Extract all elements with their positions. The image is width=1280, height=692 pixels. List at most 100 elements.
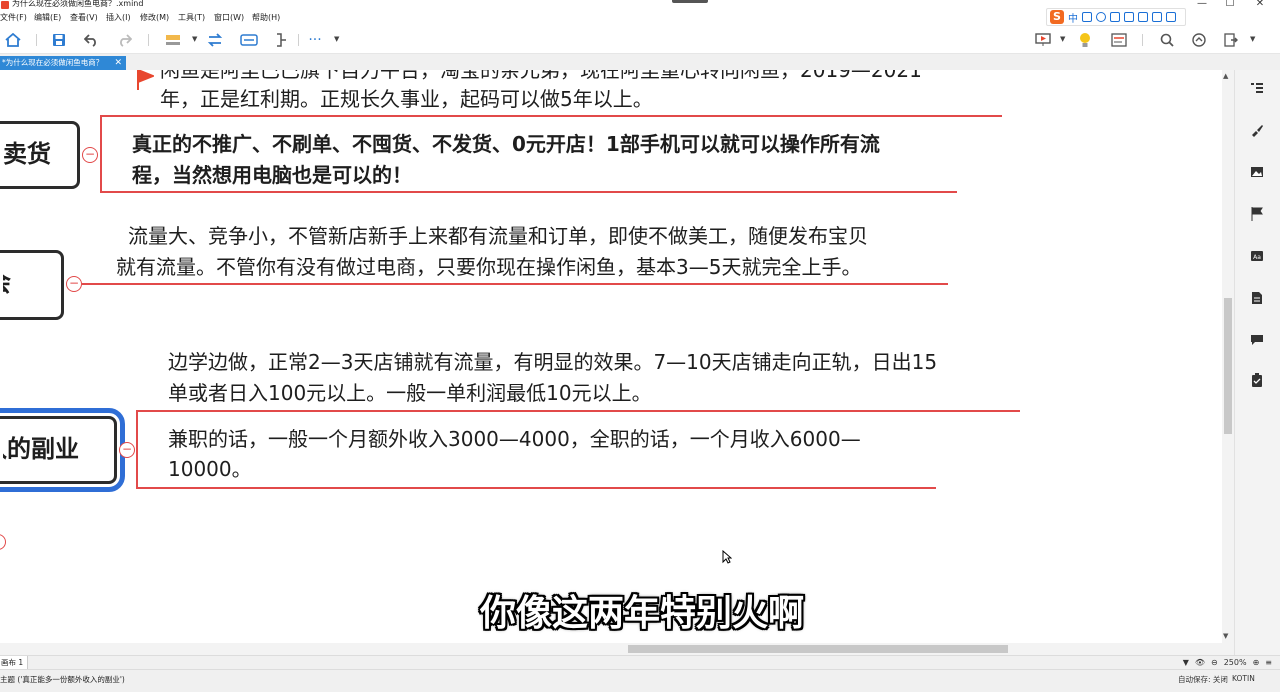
relationship-icon[interactable] [206, 32, 224, 48]
menu-modify[interactable]: 修改(M) [140, 13, 169, 23]
horizontal-scroll-thumb[interactable] [628, 645, 1008, 653]
menu-tools[interactable]: 工具(T) [178, 13, 205, 23]
boundary-icon[interactable] [240, 32, 258, 48]
window-drag-handle[interactable] [672, 0, 708, 3]
connector-line [136, 487, 936, 489]
xmind-window: 为什么现在必须做闲鱼电商？.xmind — ☐ ✕ 文件(F) 编辑(E) 查看… [0, 0, 1280, 692]
outline-icon[interactable] [1249, 80, 1265, 96]
autosave-status[interactable]: 自动保存: 关闭 [1178, 674, 1228, 685]
view-eye-icon[interactable]: 👁 [1195, 658, 1205, 667]
document-tab-bar: *为什么现在必须做闲鱼电商？ ✕ [0, 54, 1280, 70]
marker-flag-icon[interactable] [1249, 206, 1265, 222]
connector-line [100, 115, 102, 192]
topic-note-line[interactable]: 边学边做，正常2—3天店铺就有流量，有明显的效果。7—10天店铺走向正轨，日出1… [168, 346, 937, 378]
chevron-down-icon[interactable]: ▼ [1060, 35, 1065, 43]
connector-line [100, 191, 957, 193]
topic-label: 卖货 [3, 140, 51, 168]
topic-label: 入的副业 [3, 435, 79, 463]
chevron-down-icon[interactable]: ▼ [192, 35, 197, 43]
outliner-icon[interactable] [1110, 32, 1128, 48]
ime-punctuation-icon[interactable] [1082, 12, 1092, 22]
presentation-icon[interactable] [1034, 32, 1052, 48]
scroll-up-icon[interactable]: ▲ [1223, 72, 1228, 80]
ime-voice-icon[interactable] [1110, 12, 1120, 22]
connector-line [136, 410, 1020, 412]
ime-toolbox-icon[interactable] [1166, 12, 1176, 22]
topic-note-line[interactable]: 就有流量。不管你有没有做过电商，只要你现在操作闲鱼，基本3—5天就完全上手。 [116, 251, 861, 283]
ime-keyboard-icon[interactable] [1124, 12, 1134, 22]
topic-note-line[interactable]: 单或者日入100元以上。一般一单利润最低10元以上。 [168, 377, 652, 409]
topic-note-line[interactable]: 兼职的话，一般一个月额外收入3000—4000，全职的话，一个月收入6000— [168, 423, 861, 455]
ime-language-toggle[interactable]: 中 [1068, 10, 1078, 25]
xmind-app-icon [1, 1, 9, 9]
notes-icon[interactable] [1249, 290, 1265, 306]
redo-icon[interactable] [116, 32, 134, 48]
topic-note-line[interactable]: 流量大、竞争小，不管新店新手上来都有流量和订单，即使不做美工，随便发布宝贝 [128, 220, 868, 252]
summary-icon[interactable] [272, 32, 290, 48]
sticker-icon[interactable]: Aa [1249, 248, 1265, 264]
main-toolbar: ▼ ··· ▼ ▼ ▼ [0, 26, 1280, 54]
tab-document[interactable]: *为什么现在必须做闲鱼电商？ ✕ [0, 56, 126, 70]
task-icon[interactable] [1249, 372, 1265, 388]
ime-toolbar: S 中 [1046, 8, 1186, 26]
topic-side-income[interactable]: 入的副业 [0, 408, 125, 492]
topic-note-line[interactable]: 程，当然想用电脑也是可以的！ [132, 159, 412, 191]
save-icon[interactable] [50, 32, 68, 48]
collapse-toggle-icon[interactable]: − [82, 147, 98, 163]
collapse-toggle-icon[interactable]: − [119, 442, 135, 458]
filter-icon[interactable]: ▼ [1183, 658, 1189, 667]
idea-bulb-icon[interactable] [1076, 32, 1094, 48]
more-icon[interactable]: ··· [306, 32, 324, 48]
horizontal-scrollbar[interactable] [0, 643, 1222, 655]
zoom-controls: ▼ 👁 ⊖ 250% ⊕ ≡ [1183, 656, 1272, 669]
menu-edit[interactable]: 编辑(E) [34, 13, 61, 23]
collapse-toggle-icon[interactable]: − [66, 276, 82, 292]
tab-label: *为什么现在必须做闲鱼电商？ [2, 58, 104, 67]
bottom-info-bar: 主题 ('真正能多一份额外收入的副业') 自动保存: 关闭 KOTIN [0, 669, 1280, 692]
maximize-button[interactable]: ☐ [1218, 0, 1242, 10]
comment-icon[interactable] [1249, 332, 1265, 348]
undo-icon[interactable] [82, 32, 100, 48]
collapse-toggle-icon[interactable] [0, 534, 6, 550]
svg-text:Aa: Aa [1253, 254, 1261, 261]
ime-user-icon[interactable] [1138, 12, 1148, 22]
chevron-down-icon[interactable]: ▼ [1250, 35, 1255, 43]
user-account[interactable]: KOTIN [1232, 674, 1255, 683]
topic-note-line[interactable]: 年，正是红利期。正规长久事业，起码可以做5年以上。 [160, 83, 653, 115]
close-window-button[interactable]: ✕ [1248, 0, 1272, 10]
connector-line [100, 115, 1002, 117]
home-icon[interactable] [4, 32, 22, 48]
mouse-pointer-icon [722, 550, 732, 564]
menu-view[interactable]: 查看(V) [70, 13, 98, 23]
mindmap-canvas[interactable]: 闲鱼是阿里巴巴旗下自力平台，淘宝的亲兄弟，现在阿里重心转向闲鱼，2019—202… [0, 70, 1222, 643]
zoom-level[interactable]: 250% [1224, 658, 1247, 667]
search-icon[interactable] [1158, 32, 1176, 48]
menu-insert[interactable]: 插入(I) [106, 13, 131, 23]
scroll-down-icon[interactable]: ▼ [1223, 632, 1228, 640]
minimize-button[interactable]: — [1190, 0, 1214, 10]
topic-selling[interactable]: 卖货 [0, 121, 80, 189]
topic-style-icon[interactable] [164, 32, 182, 48]
menu-file[interactable]: 文件(F) [0, 13, 27, 23]
topic-note-line[interactable]: 10000。 [168, 453, 252, 485]
ime-emoji-icon[interactable] [1096, 12, 1106, 22]
sogou-ime-icon[interactable]: S [1050, 10, 1064, 24]
export-icon[interactable] [1222, 32, 1240, 48]
vertical-scrollbar[interactable]: ▲ ▼ [1222, 70, 1234, 643]
topic-note-line[interactable]: 真正的不推广、不刷单、不囤货、不发货、0元开店！1部手机可以就可以操作所有流 [132, 128, 880, 160]
menu-icon[interactable]: ≡ [1265, 658, 1272, 667]
chevron-down-icon[interactable]: ▼ [334, 35, 339, 43]
menu-help[interactable]: 帮助(H) [252, 13, 280, 23]
topic-opportunity[interactable]: 机会 [0, 250, 64, 320]
share-icon[interactable] [1190, 32, 1208, 48]
vertical-scroll-thumb[interactable] [1224, 298, 1232, 434]
sheet-tab[interactable]: 画布 1 [0, 656, 28, 669]
zoom-out-button[interactable]: ⊖ [1211, 658, 1218, 667]
menu-window[interactable]: 窗口(W) [214, 13, 244, 23]
image-icon[interactable] [1249, 164, 1265, 180]
toolbar-separator [298, 34, 299, 46]
format-brush-icon[interactable] [1249, 122, 1265, 138]
close-tab-icon[interactable]: ✕ [114, 56, 122, 70]
zoom-in-button[interactable]: ⊕ [1253, 658, 1260, 667]
ime-skin-icon[interactable] [1152, 12, 1162, 22]
